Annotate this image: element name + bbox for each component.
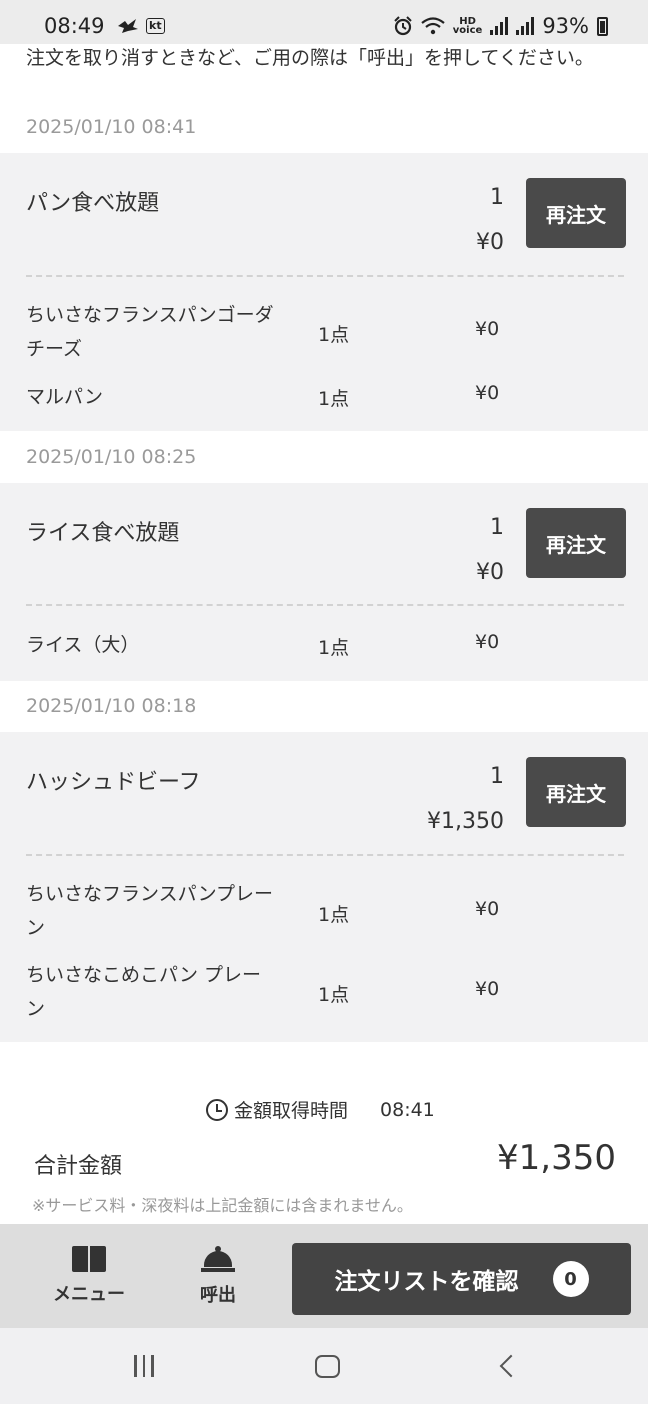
clock-icon — [206, 1098, 228, 1121]
call-label: 呼出 — [200, 1285, 236, 1306]
service-bell-icon — [201, 1245, 235, 1273]
bird-icon — [118, 19, 138, 33]
total-label: 合計金額 — [34, 1154, 123, 1179]
order-item-name: ハッシュドビーフ — [26, 770, 201, 795]
hd-voice-icon: HD voice — [452, 16, 483, 36]
sub-item-price: ¥0 — [475, 318, 500, 340]
order-item-price: ¥0 — [476, 560, 504, 585]
order-block: ライス食べ放題 1 ¥0 再注文 ライス（大） 1点 ¥0 — [0, 483, 648, 681]
order-timestamp: 2025/01/10 08:18 — [26, 695, 197, 717]
sub-item-qty: 1点 — [318, 904, 350, 926]
sub-item-name: マルパン — [26, 386, 103, 408]
price-fetch-time: 金額取得時間 08:41 — [206, 1096, 435, 1123]
status-time: 08:49 — [44, 14, 105, 38]
call-button[interactable]: 呼出 — [153, 1224, 283, 1328]
order-block: ハッシュドビーフ 1 ¥1,350 再注文 ちいさなフランスパンプレーン 1点 … — [0, 732, 648, 1042]
sub-item-name: ちいさなフランスパンゴーダチーズ — [26, 304, 274, 360]
cart-count-badge: 0 — [552, 1261, 589, 1297]
sub-item-name: ライス（大） — [26, 634, 140, 656]
total-value: ¥1,350 — [497, 1138, 616, 1178]
call-notice: 注文を取り消すときなど、ご用の際は「呼出」を押してください。 — [26, 47, 594, 69]
order-item-qty: 1 — [490, 764, 504, 789]
divider — [26, 275, 624, 277]
battery-percent: 93% — [542, 14, 589, 38]
sub-item-qty: 1点 — [318, 324, 350, 346]
home-icon[interactable] — [315, 1355, 340, 1378]
wifi-icon — [421, 17, 445, 35]
order-item-price: ¥0 — [476, 230, 504, 255]
sub-item-qty: 1点 — [318, 637, 350, 659]
order-item-price: ¥1,350 — [427, 809, 504, 834]
system-nav-bar — [0, 1328, 648, 1404]
order-item-qty: 1 — [490, 185, 504, 210]
fetch-time-label: 金額取得時間 — [234, 1100, 349, 1122]
kt-carrier-icon: kt — [146, 18, 165, 34]
bottom-action-bar: メニュー 呼出 注文リストを確認 0 — [0, 1224, 648, 1328]
confirm-label: 注文リストを確認 — [334, 1269, 519, 1295]
signal-icon — [490, 17, 509, 35]
status-bar: 08:49 kt HD voice 93% — [0, 0, 648, 44]
sub-item-price: ¥0 — [475, 382, 500, 404]
order-item-name: ライス食べ放題 — [26, 521, 180, 546]
sub-item-price: ¥0 — [475, 898, 500, 920]
reorder-button[interactable]: 再注文 — [526, 757, 626, 827]
sub-item-name: ちいさなこめこパン プレーン — [26, 964, 261, 1020]
back-icon[interactable] — [499, 1354, 523, 1378]
sub-item-price: ¥0 — [475, 978, 500, 1000]
reorder-button[interactable]: 再注文 — [526, 178, 626, 248]
recent-apps-icon[interactable] — [134, 1355, 154, 1377]
total-note: ※サービス料・深夜料は上記金額には含まれません。 — [32, 1196, 413, 1215]
sub-item-price: ¥0 — [475, 631, 500, 653]
status-left-icons: kt — [116, 17, 165, 35]
order-block: パン食べ放題 1 ¥0 再注文 ちいさなフランスパンゴーダチーズ 1点 ¥0 マ… — [0, 153, 648, 431]
order-item-name: パン食べ放題 — [26, 191, 160, 216]
order-timestamp: 2025/01/10 08:25 — [26, 446, 197, 468]
sub-item-qty: 1点 — [318, 984, 350, 1006]
fetch-time-value: 08:41 — [380, 1098, 435, 1121]
order-item-qty: 1 — [490, 515, 504, 540]
sub-item-qty: 1点 — [318, 388, 350, 410]
sub-item-name: ちいさなフランスパンプレーン — [26, 883, 274, 939]
battery-icon — [597, 16, 608, 36]
reorder-button[interactable]: 再注文 — [526, 508, 626, 578]
alarm-icon — [394, 16, 412, 36]
signal-icon — [516, 17, 535, 35]
divider — [26, 854, 624, 856]
divider — [26, 604, 624, 606]
status-right-icons: HD voice 93% — [393, 14, 608, 38]
book-icon — [72, 1246, 106, 1272]
menu-label: メニュー — [53, 1284, 125, 1305]
confirm-order-list-button[interactable]: 注文リストを確認 0 — [292, 1243, 631, 1315]
menu-button[interactable]: メニュー — [24, 1224, 154, 1328]
order-timestamp: 2025/01/10 08:41 — [26, 116, 197, 138]
